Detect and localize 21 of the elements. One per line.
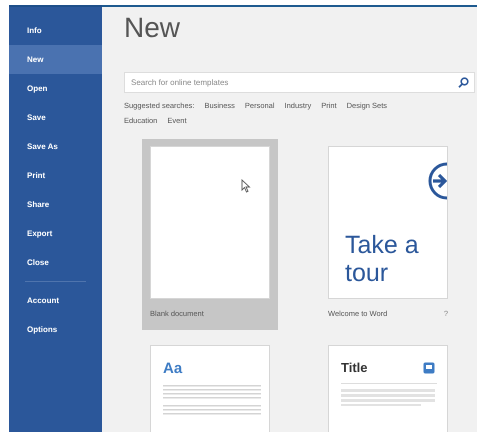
sidebar-item[interactable]: New — [9, 45, 102, 74]
sidebar-item[interactable]: Open — [9, 74, 102, 103]
sidebar-item[interactable]: Info — [9, 16, 102, 45]
search-field[interactable]: Search for online templates — [124, 72, 475, 93]
picture-icon — [423, 362, 435, 374]
sidebar-item[interactable]: Print — [9, 161, 102, 190]
template-tile[interactable]: Title — [320, 338, 456, 432]
style-heading: Aa — [163, 360, 182, 377]
sidebar-item[interactable]: Close — [9, 248, 102, 277]
sidebar-item[interactable]: Save As — [9, 132, 102, 161]
sidebar-item[interactable]: Account — [9, 286, 102, 315]
page-title: New — [124, 11, 180, 45]
sidebar-item[interactable]: Share — [9, 190, 102, 219]
cursor-icon — [241, 179, 251, 193]
sidebar-item[interactable]: Export — [9, 219, 102, 248]
template-tile[interactable]: Aa — [142, 338, 278, 432]
search-icon[interactable] — [458, 77, 469, 88]
sidebar-item[interactable]: Save — [9, 103, 102, 132]
template-heading: Title — [341, 360, 368, 375]
tour-heading: Take a tour — [345, 231, 420, 287]
sidebar-item[interactable]: Options — [9, 315, 102, 344]
